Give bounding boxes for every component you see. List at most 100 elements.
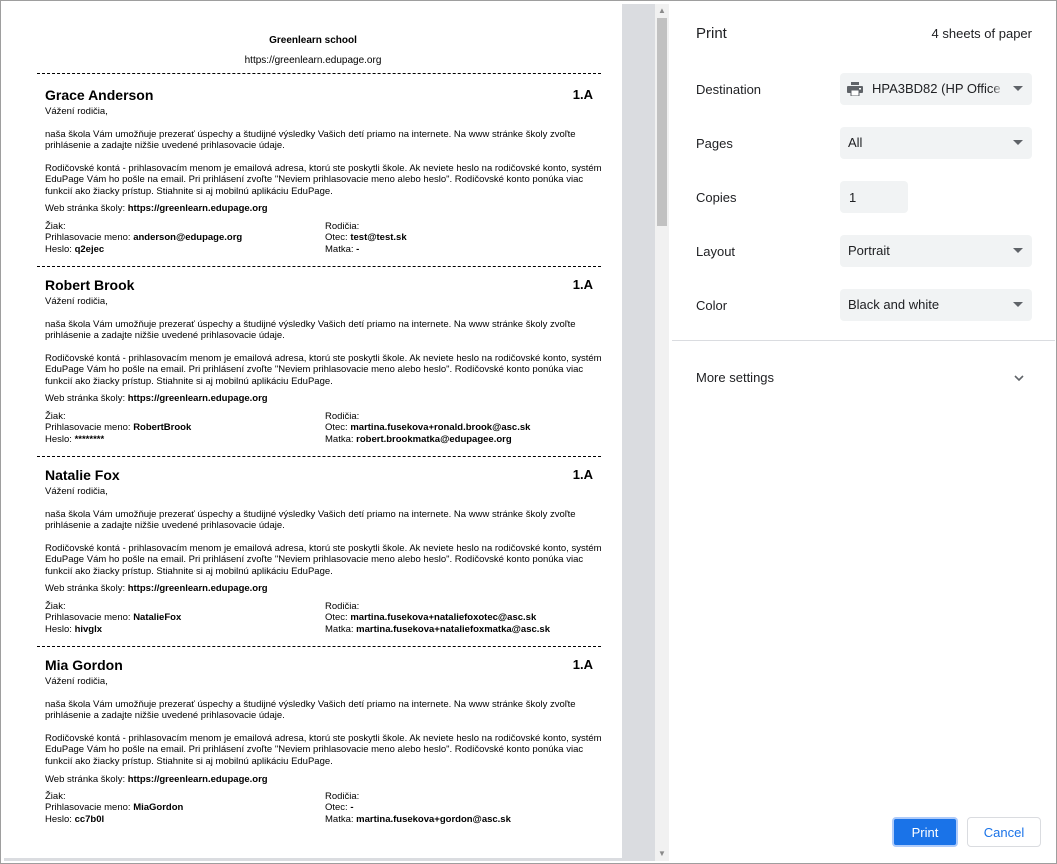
mother-line: Matka: martina.fusekova+nataliefoxmatka@… bbox=[325, 624, 550, 635]
login-line: Prihlasovacie meno: NatalieFox bbox=[45, 612, 181, 623]
login-line: Prihlasovacie meno: RobertBrook bbox=[45, 422, 191, 433]
student-name: Mia Gordon bbox=[45, 657, 123, 673]
parents-block: Rodičia: Otec: test@test.sk Matka: - bbox=[325, 221, 407, 255]
father-value: martina.fusekova+nataliefoxotec@asc.sk bbox=[350, 612, 537, 624]
pages-value: All bbox=[848, 135, 863, 150]
web-label: Web stránka školy: bbox=[45, 203, 128, 214]
student-card: Natalie Fox 1.A Vážení rodičia, naša ško… bbox=[4, 467, 622, 647]
web-url: https://greenlearn.edupage.org bbox=[127, 203, 268, 214]
parents-block: Rodičia: Otec: martina.fusekova+ronald.b… bbox=[325, 411, 530, 445]
web-url: https://greenlearn.edupage.org bbox=[127, 774, 268, 785]
student-name: Robert Brook bbox=[45, 277, 135, 293]
login-label: Prihlasovacie meno: bbox=[45, 232, 134, 244]
student-card: Mia Gordon 1.A Vážení rodičia, naša škol… bbox=[4, 657, 622, 837]
father-label: Otec: bbox=[325, 422, 351, 434]
student-login-block: Žiak: Prihlasovacie meno: anderson@edupa… bbox=[45, 221, 242, 255]
web-label: Web stránka školy: bbox=[45, 774, 128, 785]
parents-label: Rodičia: bbox=[325, 601, 360, 612]
color-value: Black and white bbox=[848, 297, 940, 312]
web-label: Web stránka školy: bbox=[45, 583, 128, 594]
parents-block: Rodičia: Otec: - Matka: martina.fusekova… bbox=[325, 791, 511, 825]
sheet-count: 4 sheets of paper bbox=[931, 26, 1032, 41]
parent-accounts-paragraph: Rodičovské kontá - prihlasovacím menom j… bbox=[45, 353, 602, 387]
intro-paragraph: naša škola Vám umožňuje prezerať úspechy… bbox=[45, 319, 576, 342]
color-label: Color bbox=[696, 298, 728, 313]
mother-label: Matka: bbox=[325, 433, 357, 445]
scroll-down-arrow-icon[interactable]: ▼ bbox=[655, 847, 669, 861]
intro-paragraph: naša škola Vám umožňuje prezerať úspechy… bbox=[45, 509, 576, 532]
separator-line bbox=[37, 266, 601, 267]
separator-line bbox=[37, 646, 601, 647]
school-name: Greenlearn school bbox=[269, 35, 357, 46]
mother-label: Matka: bbox=[325, 623, 357, 635]
login-value: MiaGordon bbox=[133, 802, 184, 814]
dropdown-arrow-icon bbox=[1013, 86, 1023, 91]
greeting: Vážení rodičia, bbox=[45, 106, 108, 117]
preview-page: Greenlearn school https://greenlearn.edu… bbox=[4, 4, 622, 858]
destination-select[interactable]: HPA3BD82 (HP OfficeJet bbox=[840, 73, 1032, 105]
parent-accounts-paragraph: Rodičovské kontá - prihlasovacím menom j… bbox=[45, 733, 602, 767]
student-card: Grace Anderson 1.A Vážení rodičia, naša … bbox=[4, 87, 622, 267]
preview-scrollbar[interactable]: ▲ ▼ bbox=[655, 4, 669, 861]
destination-label: Destination bbox=[696, 82, 762, 97]
cancel-button[interactable]: Cancel bbox=[967, 817, 1041, 847]
pages-label: Pages bbox=[696, 136, 733, 151]
student-label: Žiak: bbox=[45, 791, 66, 802]
school-web-line: Web stránka školy: https://greenlearn.ed… bbox=[45, 393, 268, 404]
web-label: Web stránka školy: bbox=[45, 393, 128, 404]
parents-label: Rodičia: bbox=[325, 221, 360, 232]
password-line: Heslo: q2ejec bbox=[45, 244, 242, 255]
student-login-block: Žiak: Prihlasovacie meno: NatalieFox Hes… bbox=[45, 601, 181, 635]
scrollbar-thumb[interactable] bbox=[657, 18, 667, 226]
student-card: Robert Brook 1.A Vážení rodičia, naša šk… bbox=[4, 277, 622, 457]
web-url: https://greenlearn.edupage.org bbox=[127, 583, 268, 594]
school-web-line: Web stránka školy: https://greenlearn.ed… bbox=[45, 203, 268, 214]
father-label: Otec: bbox=[325, 802, 351, 814]
divider bbox=[672, 340, 1055, 341]
separator-line bbox=[37, 73, 601, 74]
print-button[interactable]: Print bbox=[892, 817, 958, 847]
student-name: Grace Anderson bbox=[45, 87, 154, 103]
parents-block: Rodičia: Otec: martina.fusekova+natalief… bbox=[325, 601, 550, 635]
panel-title: Print bbox=[696, 25, 727, 42]
father-label: Otec: bbox=[325, 612, 351, 624]
login-label: Prihlasovacie meno: bbox=[45, 802, 134, 814]
greeting: Vážení rodičia, bbox=[45, 676, 108, 687]
password-value: q2ejec bbox=[74, 243, 105, 255]
mother-value: martina.fusekova+nataliefoxmatka@asc.sk bbox=[356, 623, 550, 635]
print-dialog: Greenlearn school https://greenlearn.edu… bbox=[0, 0, 1057, 864]
school-web-line: Web stránka školy: https://greenlearn.ed… bbox=[45, 774, 268, 785]
printer-icon bbox=[847, 82, 863, 96]
print-settings-panel: Print 4 sheets of paper Destination HPA3… bbox=[672, 4, 1055, 861]
mother-line: Matka: - bbox=[325, 244, 407, 255]
more-settings-toggle[interactable]: More settings bbox=[672, 358, 1055, 398]
mother-line: Matka: martina.fusekova+gordon@asc.sk bbox=[325, 814, 511, 825]
password-value: hivglx bbox=[74, 623, 103, 635]
school-web-line: Web stránka školy: https://greenlearn.ed… bbox=[45, 583, 268, 594]
separator-line bbox=[37, 456, 601, 457]
intro-paragraph: naša škola Vám umožňuje prezerať úspechy… bbox=[45, 699, 576, 722]
text-fade bbox=[992, 73, 1004, 105]
color-select[interactable]: Black and white bbox=[840, 289, 1032, 321]
scroll-up-arrow-icon[interactable]: ▲ bbox=[655, 4, 669, 18]
mother-label: Matka: bbox=[325, 813, 357, 825]
student-class: 1.A bbox=[572, 467, 593, 482]
copies-input[interactable] bbox=[840, 181, 908, 213]
parent-accounts-paragraph: Rodičovské kontá - prihlasovacím menom j… bbox=[45, 543, 602, 577]
password-line: Heslo: ******** bbox=[45, 434, 191, 445]
mother-label: Matka: bbox=[325, 243, 357, 255]
parents-label: Rodičia: bbox=[325, 791, 360, 802]
login-value: RobertBrook bbox=[133, 422, 192, 434]
student-label: Žiak: bbox=[45, 601, 66, 612]
father-value: test@test.sk bbox=[350, 232, 407, 244]
layout-select[interactable]: Portrait bbox=[840, 235, 1032, 267]
password-value: ******** bbox=[74, 433, 105, 445]
login-value: NatalieFox bbox=[133, 612, 182, 624]
father-value: martina.fusekova+ronald.brook@asc.sk bbox=[350, 422, 531, 434]
login-label: Prihlasovacie meno: bbox=[45, 612, 134, 624]
layout-value: Portrait bbox=[848, 243, 890, 258]
pages-select[interactable]: All bbox=[840, 127, 1032, 159]
father-label: Otec: bbox=[325, 232, 351, 244]
web-url: https://greenlearn.edupage.org bbox=[127, 393, 268, 404]
student-class: 1.A bbox=[572, 277, 593, 292]
